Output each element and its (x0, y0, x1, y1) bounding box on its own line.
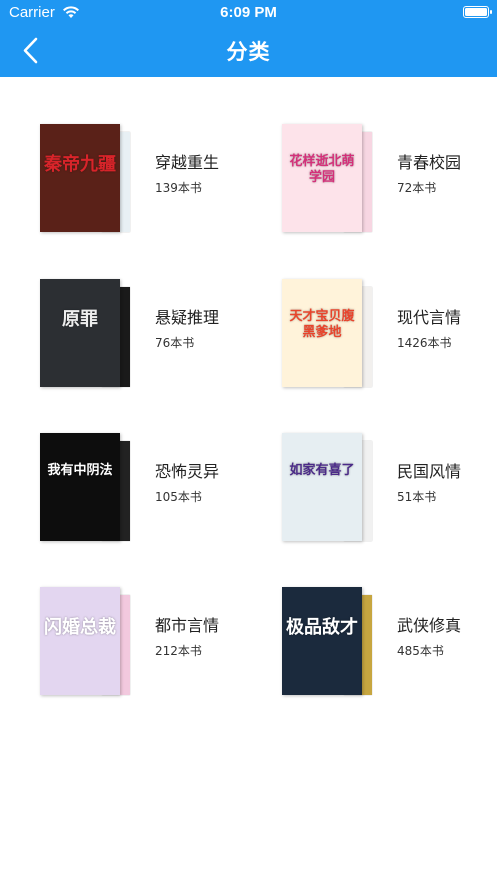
cover-title: 我有中阴法 (47, 463, 113, 478)
book-covers: 闪婚总裁 (40, 587, 140, 697)
top-bar: Carrier 6:09 PM 分类 (0, 0, 497, 77)
category-name: 现代言情 (397, 308, 462, 327)
front-book-cover: 原罪 (40, 279, 120, 387)
front-book-cover: 花样逝北萌学园 (282, 124, 362, 232)
cover-title: 花样逝北萌学园 (289, 154, 355, 185)
book-covers: 秦帝九疆 (40, 124, 140, 234)
category-name: 恐怖灵异 (155, 462, 220, 481)
battery-icon (463, 6, 492, 18)
category-name: 穿越重生 (155, 153, 220, 172)
book-covers: 花样逝北萌学园 (282, 124, 382, 234)
clock: 6:09 PM (220, 4, 277, 21)
category-book-count: 105本书 (155, 490, 202, 504)
front-book-cover: 闪婚总裁 (40, 587, 120, 695)
category-item[interactable]: 秦帝九疆 穿越重生 139本书 (40, 124, 280, 244)
cover-title: 原罪 (62, 309, 98, 330)
category-name: 武侠修真 (397, 616, 462, 635)
category-item[interactable]: 我有中阴法 恐怖灵异 105本书 (40, 433, 280, 553)
front-book-cover: 如家有喜了 (282, 433, 362, 541)
status-bar: Carrier 6:09 PM (0, 0, 497, 26)
category-book-count: 212本书 (155, 644, 202, 658)
nav-bar: 分类 (0, 26, 497, 77)
cover-title: 闪婚总裁 (44, 617, 116, 638)
category-name: 悬疑推理 (155, 308, 220, 327)
category-name: 青春校园 (397, 153, 462, 172)
cover-title: 秦帝九疆 (44, 154, 116, 175)
category-item[interactable]: 花样逝北萌学园 青春校园 72本书 (282, 124, 497, 244)
category-name: 民国风情 (397, 462, 462, 481)
category-item[interactable]: 如家有喜了 民国风情 51本书 (282, 433, 497, 553)
page-title: 分类 (226, 40, 271, 64)
book-covers: 如家有喜了 (282, 433, 382, 543)
category-book-count: 76本书 (155, 336, 195, 350)
book-covers: 天才宝贝腹黑爹地 (282, 279, 382, 389)
front-book-cover: 极品敌才 (282, 587, 362, 695)
cover-title: 天才宝贝腹黑爹地 (289, 309, 355, 340)
category-item[interactable]: 原罪 悬疑推理 76本书 (40, 279, 280, 399)
book-covers: 原罪 (40, 279, 140, 389)
category-book-count: 139本书 (155, 181, 202, 195)
front-book-cover: 秦帝九疆 (40, 124, 120, 232)
category-book-count: 1426本书 (397, 336, 452, 350)
screen: Carrier 6:09 PM 分类 秦帝九疆 穿越重生 139本书 花样逝北萌学园 青… (0, 0, 497, 883)
book-covers: 极品敌才 (282, 587, 382, 697)
category-book-count: 51本书 (397, 490, 437, 504)
category-item[interactable]: 天才宝贝腹黑爹地 现代言情 1426本书 (282, 279, 497, 399)
category-item[interactable]: 闪婚总裁 都市言情 212本书 (40, 587, 280, 707)
category-book-count: 485本书 (397, 644, 444, 658)
cover-title: 极品敌才 (286, 617, 358, 638)
category-item[interactable]: 极品敌才 武侠修真 485本书 (282, 587, 497, 707)
front-book-cover: 天才宝贝腹黑爹地 (282, 279, 362, 387)
cover-title: 如家有喜了 (289, 463, 355, 478)
front-book-cover: 我有中阴法 (40, 433, 120, 541)
category-book-count: 72本书 (397, 181, 437, 195)
book-covers: 我有中阴法 (40, 433, 140, 543)
category-name: 都市言情 (155, 616, 220, 635)
